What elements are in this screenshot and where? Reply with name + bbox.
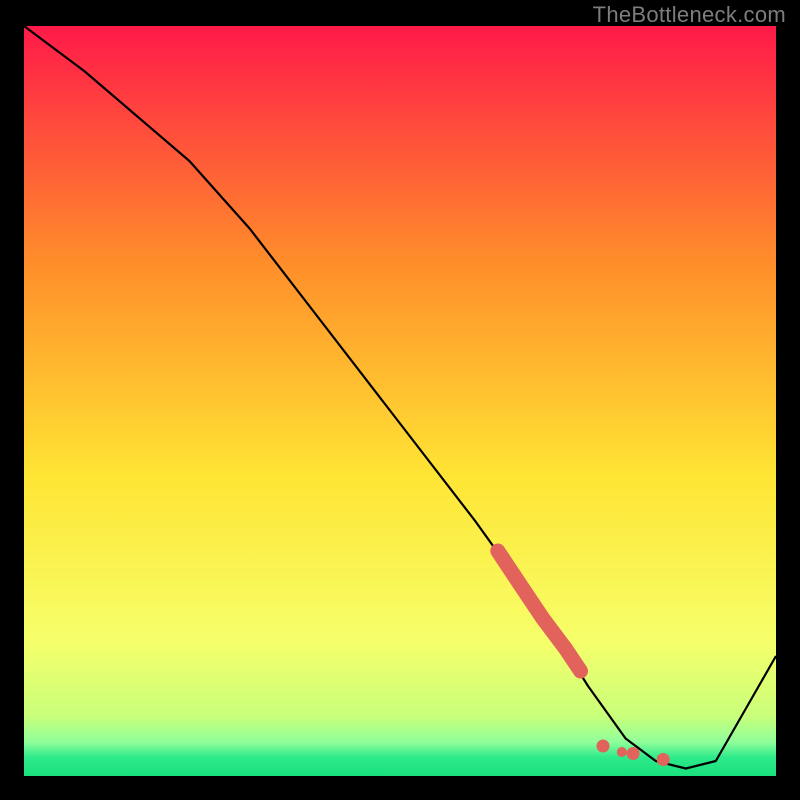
highlight-point bbox=[627, 747, 640, 760]
chart-container: TheBottleneck.com bbox=[0, 0, 800, 800]
bottleneck-chart bbox=[0, 0, 800, 800]
watermark-text: TheBottleneck.com bbox=[593, 2, 786, 28]
highlight-point bbox=[617, 747, 627, 757]
plot-background bbox=[24, 26, 776, 776]
highlight-point bbox=[597, 740, 610, 753]
highlight-point bbox=[657, 753, 670, 766]
